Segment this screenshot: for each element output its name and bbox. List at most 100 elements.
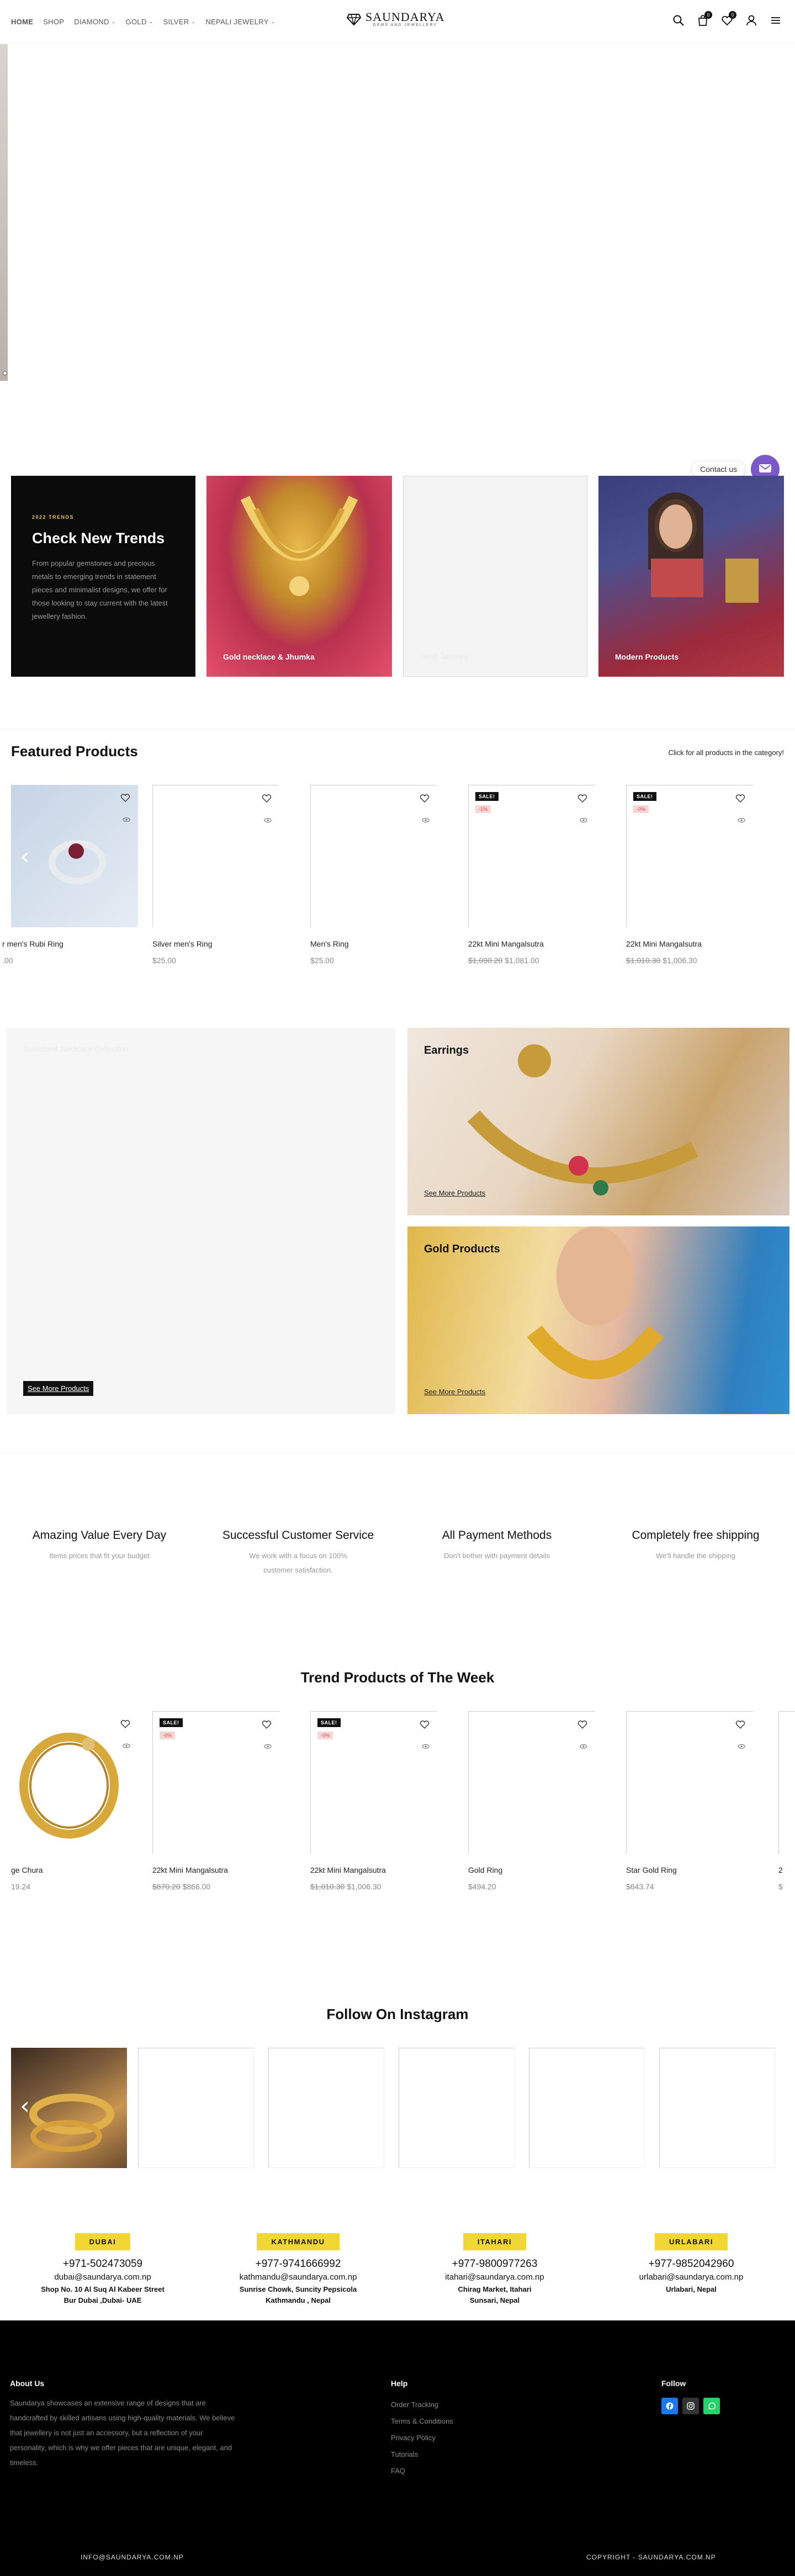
wishlist-button[interactable]: 0 (721, 11, 736, 26)
product-image[interactable]: SALE! -0% (310, 1711, 437, 1853)
eye-icon[interactable] (738, 816, 745, 824)
product-card[interactable]: Silver men's Ring $25.00 (152, 785, 279, 965)
instagram-post[interactable] (529, 2048, 645, 2168)
instagram-post[interactable] (399, 2048, 515, 2168)
heart-icon[interactable] (262, 1719, 272, 1729)
location-email[interactable]: itahari@saundarya.com.np (401, 2272, 589, 2282)
product-card[interactable]: ge Chura 19.24 (11, 1711, 138, 1891)
heart-icon[interactable] (120, 1719, 130, 1729)
product-name[interactable]: ge Chura (11, 1866, 138, 1874)
product-image[interactable] (310, 785, 437, 927)
eye-icon[interactable] (123, 816, 130, 824)
eye-icon[interactable] (580, 1743, 587, 1750)
heart-icon[interactable] (735, 793, 745, 803)
footer-link-tutorials[interactable]: Tutorials (391, 2446, 453, 2463)
footer-link-faq[interactable]: FAQ (391, 2463, 453, 2479)
trend-card-gold-jewelry[interactable]: Gold Jewelry (403, 476, 587, 677)
location-phone[interactable]: +977-9741666992 (204, 2258, 392, 2270)
footer-link-terms[interactable]: Terms & Conditions (391, 2413, 453, 2430)
instagram-post[interactable] (138, 2048, 254, 2168)
location-phone[interactable]: +977-9852042960 (597, 2258, 785, 2270)
footer-link-order-tracking[interactable]: Order Tracking (391, 2397, 453, 2413)
product-image[interactable] (152, 785, 279, 927)
heart-icon[interactable] (120, 793, 130, 803)
carousel-prev-arrow[interactable]: ‹ (17, 844, 33, 869)
see-more-button[interactable]: See More Products (23, 1381, 94, 1396)
eye-icon[interactable] (422, 1743, 430, 1750)
location-phone[interactable]: +971-502473059 (9, 2258, 197, 2270)
search-icon[interactable] (672, 14, 685, 26)
instagram-post[interactable] (268, 2048, 384, 2168)
product-name[interactable]: r men's Rubi Ring (2, 939, 138, 948)
product-name[interactable]: 22kt Mini Mangalsutra (468, 939, 595, 948)
heart-icon[interactable] (577, 1719, 587, 1729)
product-card[interactable]: SALE! -1% 22kt Mini Mangalsutra $1,090.2… (468, 785, 595, 965)
product-card[interactable]: Gold Ring $494.20 (468, 1711, 595, 1891)
product-name[interactable]: Men's Ring (310, 939, 437, 948)
product-card[interactable]: SALE! -0% 22kt Mini Mangalsutra $1,010.3… (626, 785, 753, 965)
nav-nepali-jewelry[interactable]: NEPALI JEWELRY ⌄ (205, 18, 275, 26)
product-image[interactable] (468, 1711, 595, 1853)
eye-icon[interactable] (264, 1743, 272, 1750)
product-image[interactable]: SALE! -1% (468, 785, 595, 927)
facebook-icon[interactable] (661, 2398, 678, 2414)
location-email[interactable]: kathmandu@saundarya.com.np (204, 2272, 392, 2282)
nav-home[interactable]: HOME (11, 18, 33, 26)
see-more-link[interactable]: See More Products (424, 1189, 485, 1197)
trend-card-necklace[interactable]: Gold necklace & Jhumka (206, 476, 392, 677)
instagram-post[interactable] (659, 2048, 775, 2168)
trend-card-modern[interactable]: Modern Products (598, 476, 784, 677)
nav-diamond[interactable]: DIAMOND ⌄ (74, 18, 115, 26)
location-phone[interactable]: +977-9800977263 (401, 2258, 589, 2270)
product-name[interactable]: 2 (778, 1866, 795, 1874)
product-image[interactable] (778, 1711, 795, 1853)
whatsapp-icon[interactable] (703, 2398, 720, 2414)
eye-icon[interactable] (422, 816, 430, 824)
cart-button[interactable]: 0 (697, 11, 712, 26)
hero-slider[interactable] (0, 44, 795, 386)
product-name[interactable]: 22kt Mini Mangalsutra (310, 1866, 437, 1874)
instagram-post[interactable]: ‹ (11, 2048, 127, 2168)
nav-silver[interactable]: SILVER ⌄ (163, 18, 195, 26)
product-image[interactable]: SALE! -0% (626, 785, 753, 927)
footer-email[interactable]: INFO@SAUNDARYA.COM.NP (81, 2553, 184, 2561)
heart-icon[interactable] (420, 1719, 430, 1729)
nav-gold[interactable]: GOLD ⌄ (126, 18, 153, 26)
location-email[interactable]: urlabari@saundarya.com.np (597, 2272, 785, 2282)
product-card[interactable]: ‹ r men's Rubi Ring .00 (2, 785, 138, 965)
product-card[interactable]: SALE! -0% 22kt Mini Mangalsutra $870.20 $… (152, 1711, 279, 1891)
heart-icon[interactable] (577, 793, 587, 803)
carousel-prev-arrow[interactable]: ‹ (17, 2094, 33, 2118)
user-icon[interactable] (745, 14, 757, 26)
nav-shop[interactable]: SHOP (43, 18, 64, 26)
heart-icon[interactable] (262, 793, 272, 803)
instagram-icon[interactable] (682, 2398, 699, 2414)
product-name[interactable]: Gold Ring (468, 1866, 595, 1874)
product-image[interactable] (11, 1711, 138, 1853)
product-image[interactable] (626, 1711, 753, 1853)
product-card[interactable]: Men's Ring $25.00 (310, 785, 437, 965)
product-name[interactable]: 22kt Mini Mangalsutra (152, 1866, 279, 1874)
slider-dot[interactable] (3, 371, 7, 375)
eye-icon[interactable] (738, 1743, 745, 1750)
banner-earrings[interactable]: Earrings See More Products (407, 1028, 789, 1215)
banner-gold-products[interactable]: Gold Products See More Products (407, 1226, 789, 1414)
product-name[interactable]: Star Gold Ring (626, 1866, 753, 1874)
heart-icon[interactable] (735, 1719, 745, 1729)
menu-icon[interactable] (770, 14, 782, 26)
site-logo[interactable]: SAUNDARYA GEMS AND JEWELLERY (347, 11, 444, 27)
product-card[interactable]: SALE! -0% 22kt Mini Mangalsutra $1,010.3… (310, 1711, 437, 1891)
see-more-link[interactable]: See More Products (424, 1388, 485, 1396)
product-card[interactable]: 2 $ (778, 1711, 795, 1891)
featured-subtitle[interactable]: Click for all products in the category! (668, 748, 784, 757)
heart-icon[interactable] (420, 793, 430, 803)
product-image[interactable]: ‹ (11, 785, 138, 927)
footer-link-privacy[interactable]: Privacy Policy (391, 2430, 453, 2446)
product-name[interactable]: 22kt Mini Mangalsutra (626, 939, 753, 948)
eye-icon[interactable] (580, 816, 587, 824)
banner-left[interactable]: Statement Necklace Collection See More P… (7, 1028, 395, 1414)
product-name[interactable]: Silver men's Ring (152, 939, 279, 948)
eye-icon[interactable] (123, 1742, 130, 1750)
product-image[interactable]: SALE! -0% (152, 1711, 279, 1853)
location-email[interactable]: dubai@saundarya.com.np (9, 2272, 197, 2282)
